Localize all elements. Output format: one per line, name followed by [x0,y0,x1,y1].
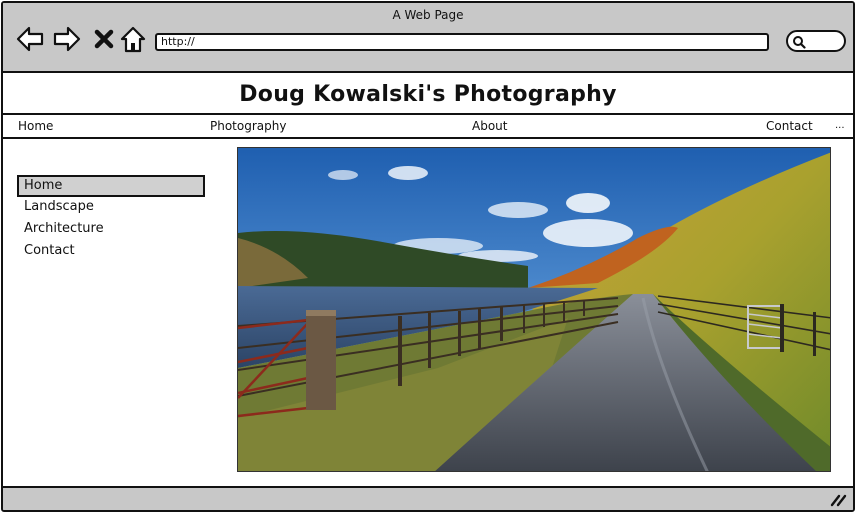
browser-window: A Web Page http:// Doug Kowalski's Photo… [1,1,855,512]
status-bar [3,486,853,510]
sidenav-item-home[interactable]: Home [17,175,205,197]
search-box[interactable] [786,30,846,52]
topnav-item-photography[interactable]: Photography [210,119,286,133]
search-icon [793,36,806,49]
address-bar[interactable]: http:// [155,33,769,51]
sidenav-item-architecture[interactable]: Architecture [17,219,205,241]
side-navigation: Home Landscape Architecture Contact [17,175,205,263]
window-title: A Web Page [392,8,464,22]
forward-arrow-icon[interactable] [52,24,82,54]
sidenav-item-contact[interactable]: Contact [17,241,205,263]
back-arrow-icon[interactable] [15,24,45,54]
resize-grip-icon[interactable] [829,493,847,507]
topnav-item-contact[interactable]: Contact [766,119,813,133]
page-title: Doug Kowalski's Photography [239,82,617,107]
topnav-item-home[interactable]: Home [18,119,53,133]
sidenav-item-landscape[interactable]: Landscape [17,197,205,219]
hero-photo [237,147,831,472]
topnav-item-about[interactable]: About [472,119,507,133]
top-navigation: Home Photography About Contact ... [3,113,853,139]
topnav-more-icon[interactable]: ... [835,120,845,131]
close-icon[interactable] [89,24,119,54]
browser-toolbar: A Web Page http:// [3,3,853,73]
home-icon[interactable] [118,24,148,54]
landscape-photo-image [238,148,830,471]
